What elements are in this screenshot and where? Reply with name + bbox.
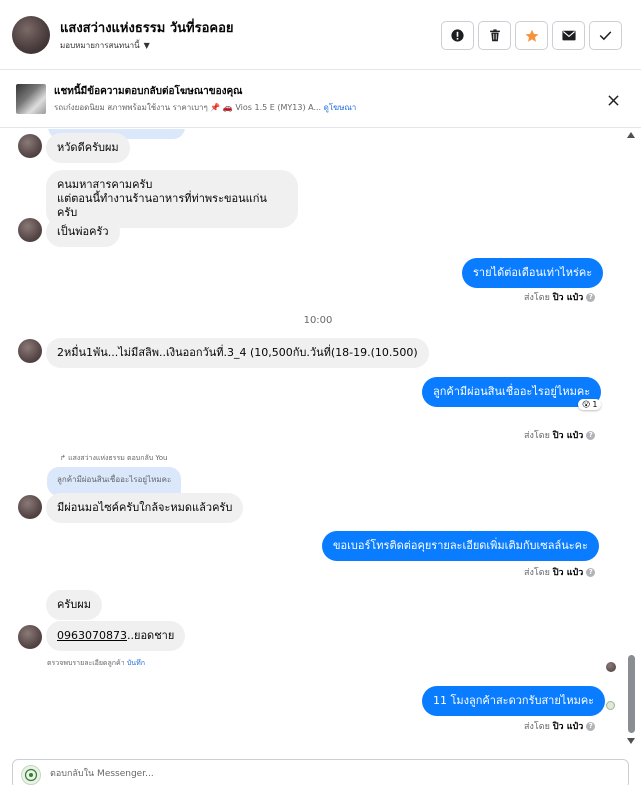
star-button[interactable]: [515, 21, 548, 50]
contact-avatar-small: [18, 339, 42, 363]
header-actions: [441, 21, 622, 50]
assign-conversation-dropdown[interactable]: มอบหมายการสนทนานี้ ▼: [60, 39, 150, 52]
view-ad-link[interactable]: ดูโฆษณา: [324, 103, 357, 112]
sender-name: ปิว แป๋ว: [552, 722, 584, 732]
phone-number-link[interactable]: 0963070873: [57, 629, 127, 642]
sent-by-label: ส่งโดย ปิว แป๋ว ?: [524, 428, 596, 442]
scroll-down-arrow[interactable]: [626, 736, 636, 746]
info-icon[interactable]: ?: [586, 721, 596, 731]
ad-banner-title: แชทนี้มีข้อความตอบกลับต่อโฆษณาของคุณ: [54, 86, 243, 97]
info-icon[interactable]: ?: [586, 292, 596, 302]
sent-by-prefix: ส่งโดย: [524, 293, 550, 303]
reaction-count: 1: [592, 400, 598, 409]
surprised-emoji-icon: 😮: [582, 400, 591, 409]
contact-avatar-small: [18, 495, 42, 519]
mark-spam-button[interactable]: [441, 21, 474, 50]
delivered-avatar: [606, 701, 615, 710]
triangle-down-icon: [627, 738, 635, 744]
sent-by-label: ส่งโดย ปิว แป๋ว ?: [524, 719, 596, 733]
message-line: คนมหาสารคามครับ: [57, 178, 153, 191]
outgoing-message[interactable]: รายได้ต่อเดือนเท่าไหร่คะ: [462, 258, 604, 288]
ad-banner-subtitle: รถเก๋งยอดนิยม สภาพพร้อมใช้งาน ราคาเบาๆ 📌…: [54, 101, 356, 114]
contact-avatar[interactable]: [12, 16, 50, 54]
scroll-up-arrow[interactable]: [626, 130, 636, 140]
close-ad-banner-button[interactable]: [604, 91, 622, 109]
contact-avatar-small: [18, 218, 42, 242]
sent-by-label: ส่งโดย ปิว แป๋ว ?: [524, 565, 596, 579]
outgoing-message[interactable]: ลูกค้ามีผ่อนสินเชื่ออะไรอยู่ไหมคะ: [422, 377, 602, 407]
triangle-up-icon: [627, 132, 635, 138]
sent-by-prefix: ส่งโดย: [524, 722, 550, 732]
reply-indicator-text: แสงสว่างแห่งธรรม ตอบกลับ You: [68, 454, 168, 462]
contact-avatar-small: [18, 625, 42, 649]
sent-by-label: ส่งโดย ปิว แป๋ว ?: [524, 290, 596, 304]
customer-details-detected: ตรวจพบรายละเอียดลูกค้า บันทึก: [47, 658, 145, 669]
quoted-message[interactable]: ลูกค้ามีผ่อนสินเชื่ออะไรอยู่ไหมคะ: [47, 467, 182, 496]
ad-reply-banner: [0, 70, 641, 128]
contact-name[interactable]: แสงสว่างแห่งธรรม วันที่รอคอย: [60, 17, 234, 38]
message-thread[interactable]: หวัดดีครับผม คนมหาสารคามครับ แต่ตอนนี้ทำ…: [0, 129, 641, 749]
save-details-link[interactable]: บันทึก: [127, 659, 145, 667]
seen-avatar: [606, 662, 616, 672]
sender-name: ปิว แป๋ว: [552, 568, 584, 578]
reply-indicator: ↱ แสงสว่างแห่งธรรม ตอบกลับ You: [60, 453, 168, 464]
star-icon: [525, 29, 538, 42]
incoming-message[interactable]: 0963070873..ยอดชาย: [46, 621, 186, 651]
mark-unread-button[interactable]: [552, 21, 585, 50]
detected-note-text: ตรวจพบรายละเอียดลูกค้า: [47, 659, 125, 667]
timestamp-separator: 10:00: [303, 315, 333, 326]
close-icon: [607, 94, 619, 106]
outgoing-message[interactable]: ขอเบอร์โทรติดต่อคุยรายละเอียดเพิ่มเติมกั…: [322, 531, 599, 561]
ad-description: รถเก๋งยอดนิยม สภาพพร้อมใช้งาน ราคาเบาๆ 📌…: [54, 103, 322, 112]
delete-button[interactable]: [478, 21, 511, 50]
incoming-message[interactable]: หวัดดีครับผม: [46, 133, 130, 163]
incoming-message[interactable]: 2หมื่น1พัน...ไม่มีสลิพ..เงินออกวันที่.3_…: [46, 338, 429, 368]
incoming-message[interactable]: เป็นพ่อครัว: [46, 217, 120, 247]
contact-avatar-small: [18, 134, 42, 158]
sender-name: ปิว แป๋ว: [552, 431, 584, 441]
mark-done-button[interactable]: [589, 21, 622, 50]
page-avatar: [21, 765, 41, 785]
page-logo-icon: [24, 768, 38, 782]
info-icon[interactable]: ?: [586, 430, 596, 440]
reply-arrow-icon: ↱: [60, 454, 66, 462]
messenger-reply-input[interactable]: [50, 766, 610, 782]
ad-thumbnail[interactable]: [16, 84, 46, 114]
info-icon[interactable]: ?: [586, 567, 596, 577]
checkmark-icon: [599, 31, 612, 41]
chevron-down-icon: ▼: [143, 41, 150, 50]
message-reaction[interactable]: 😮 1: [578, 399, 602, 410]
incoming-message[interactable]: มีผ่อนมอไซค์ครับใกล้จะหมดแล้วครับ: [46, 493, 244, 523]
sent-by-prefix: ส่งโดย: [524, 431, 550, 441]
message-line: แต่ตอนนี้ทำงานร้านอาหารที่ท่าพระขอนแก่นค…: [57, 192, 267, 219]
envelope-icon: [561, 30, 576, 41]
sent-by-prefix: ส่งโดย: [524, 568, 550, 578]
trash-icon: [489, 29, 500, 42]
assign-label: มอบหมายการสนทนานี้: [60, 41, 140, 50]
sender-name: ปิว แป๋ว: [552, 293, 584, 303]
exclamation-circle-icon: [451, 29, 464, 42]
outgoing-message[interactable]: 11 โมงลูกค้าสะดวกรับสายไหมคะ: [422, 686, 606, 716]
scrollbar-thumb[interactable]: [628, 655, 635, 733]
incoming-message[interactable]: ครับผม: [46, 590, 102, 620]
message-text: ..ยอดชาย: [127, 629, 175, 642]
